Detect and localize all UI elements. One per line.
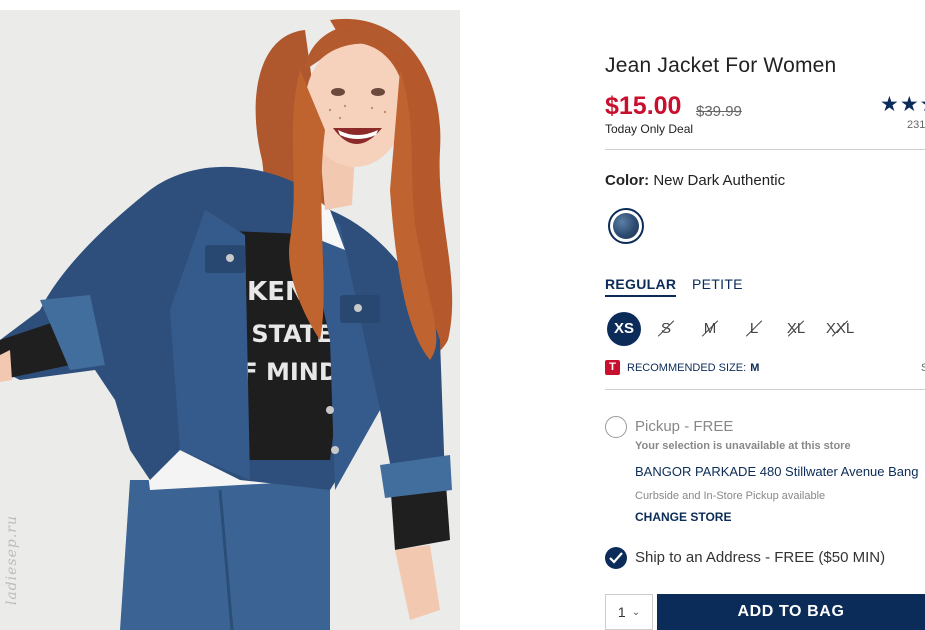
- product-info-panel: Jean Jacket For Women $15.00 $39.99 Toda…: [605, 0, 925, 630]
- pickup-label[interactable]: Pickup - FREE: [635, 418, 733, 435]
- true-fit-icon: T: [605, 360, 620, 375]
- quantity-value: 1: [617, 604, 626, 620]
- curbside-note: Curbside and In-Store Pickup available: [635, 490, 826, 502]
- quantity-select[interactable]: 1 ⌄: [605, 594, 653, 630]
- ship-radio[interactable]: [605, 547, 627, 569]
- checkmark-icon: [609, 552, 623, 564]
- color-value: New Dark Authentic: [653, 172, 786, 189]
- sale-price: $15.00: [605, 92, 682, 120]
- svg-text:F MIND: F MIND: [241, 358, 339, 386]
- size-option-xl[interactable]: XL: [779, 312, 813, 346]
- size-option-xxl[interactable]: XXL: [823, 312, 857, 346]
- divider: [605, 149, 925, 150]
- recommended-size[interactable]: T RECOMMENDED SIZE: M: [605, 360, 759, 375]
- tab-petite[interactable]: PETITE: [692, 276, 743, 292]
- deal-label: Today Only Deal: [605, 122, 694, 136]
- size-option-m[interactable]: M: [693, 312, 727, 346]
- model-photo-illustration: EKEN STATE F MIND: [0, 10, 460, 630]
- divider: [605, 389, 925, 390]
- size-selector: XS S M L XL XXL: [605, 312, 925, 346]
- product-image: EKEN STATE F MIND ladiesep.ru: [0, 10, 460, 630]
- change-store-link[interactable]: CHANGE STORE: [635, 510, 731, 524]
- swatch-fill: [613, 213, 639, 239]
- ship-label[interactable]: Ship to an Address - FREE ($50 MIN): [635, 549, 885, 566]
- image-watermark: ladiesep.ru: [4, 515, 20, 606]
- size-option-xs[interactable]: XS: [607, 312, 641, 346]
- store-address: BANGOR PARKADE 480 Stillwater Avenue Ban…: [635, 464, 919, 479]
- unavailable-note: Your selection is unavailable at this st…: [635, 440, 851, 452]
- recommended-size-label: RECOMMENDED SIZE:: [627, 361, 747, 374]
- size-option-s[interactable]: S: [649, 312, 683, 346]
- color-label-row: Color: New Dark Authentic: [605, 172, 785, 189]
- tab-regular[interactable]: REGULAR: [605, 276, 677, 297]
- add-to-bag-button[interactable]: ADD TO BAG: [657, 594, 925, 630]
- chevron-down-icon: ⌄: [631, 606, 641, 618]
- review-count[interactable]: 231: [907, 119, 925, 131]
- rating-stars-icon[interactable]: ★★★: [880, 92, 925, 117]
- color-label: Color:: [605, 172, 650, 189]
- product-title: Jean Jacket For Women: [605, 54, 837, 77]
- size-option-l[interactable]: L: [737, 312, 771, 346]
- color-swatch-selected[interactable]: [608, 208, 644, 244]
- original-price: $39.99: [696, 103, 742, 120]
- recommended-size-extra: S: [921, 362, 925, 374]
- pickup-radio[interactable]: [605, 416, 627, 438]
- recommended-size-value: M: [750, 361, 760, 374]
